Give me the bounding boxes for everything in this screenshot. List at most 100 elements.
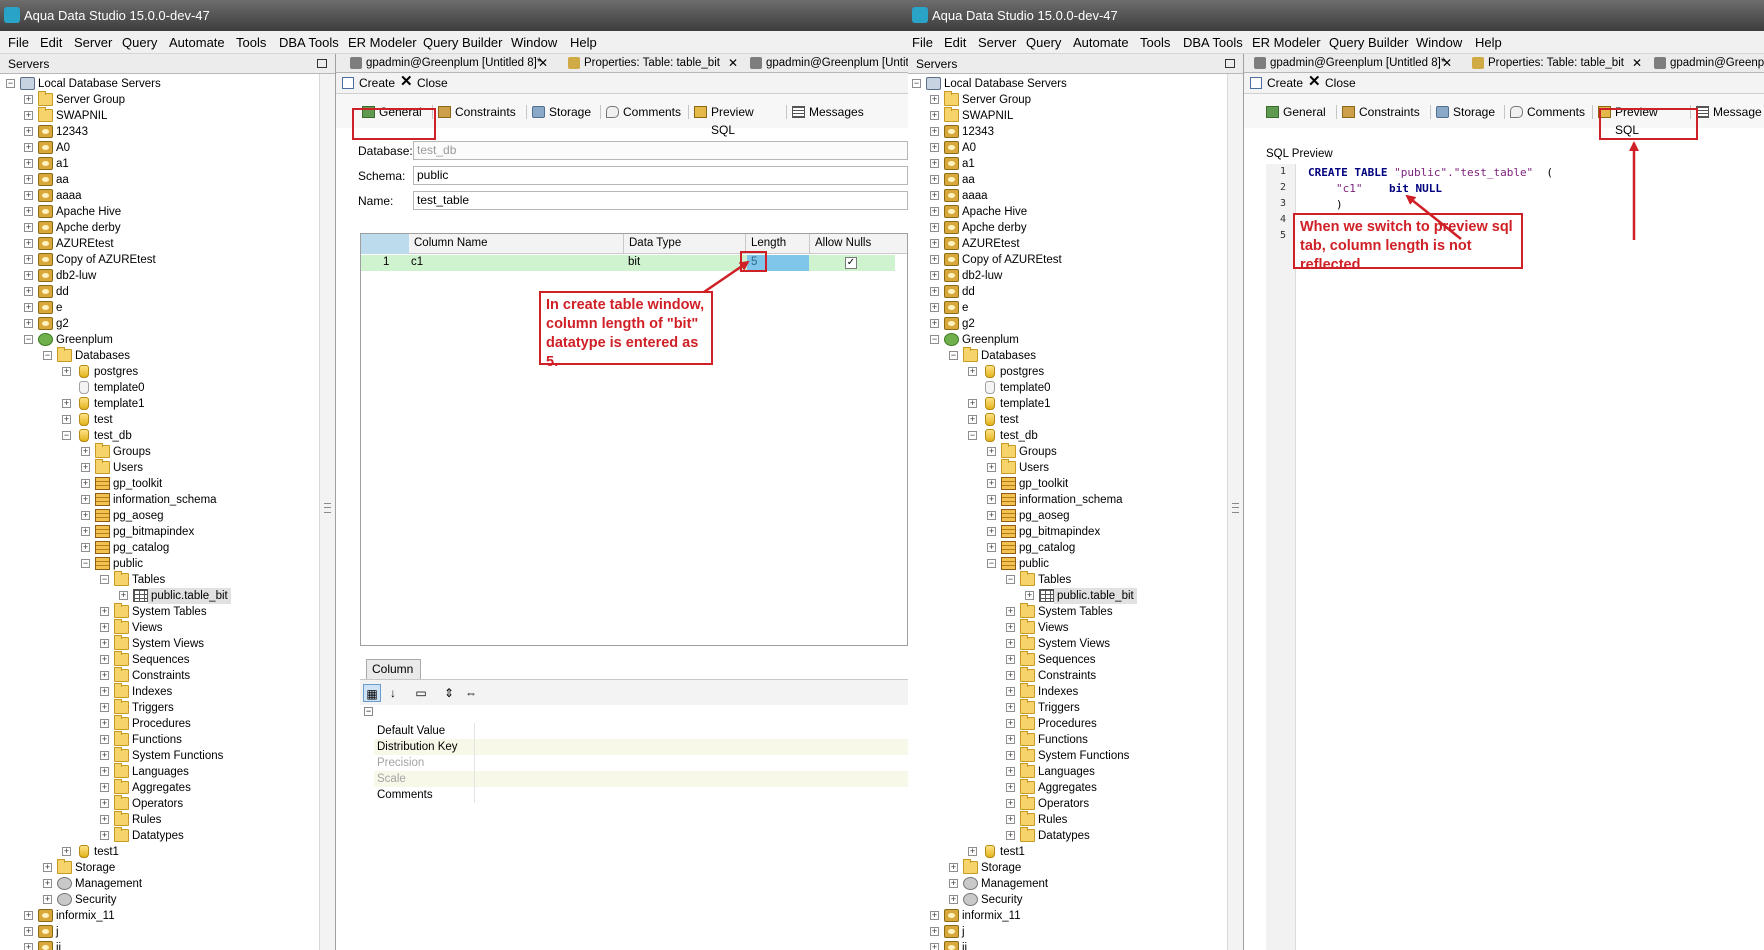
tab-messages[interactable]: Messages xyxy=(792,103,872,121)
collapse-icon[interactable]: − xyxy=(6,79,15,88)
tab-properties[interactable]: Properties: Table: table_bit ✕ xyxy=(1472,54,1644,72)
tab-properties[interactable]: Properties: Table: table_bit ✕ xyxy=(568,54,740,72)
tree-scrollbar[interactable] xyxy=(319,74,335,950)
expand-icon[interactable]: + xyxy=(987,511,996,520)
expand-icon[interactable]: + xyxy=(43,895,52,904)
expand-icon[interactable]: + xyxy=(24,943,33,950)
menu-query[interactable]: Query xyxy=(1026,35,1061,50)
menu-automate[interactable]: Automate xyxy=(169,35,225,50)
menu-window[interactable]: Window xyxy=(1416,35,1462,50)
expand-icon[interactable]: + xyxy=(1006,719,1015,728)
expand-icon[interactable]: + xyxy=(43,879,52,888)
expand-icon[interactable]: + xyxy=(1006,655,1015,664)
expand-icon[interactable]: + xyxy=(930,239,939,248)
expand-icon[interactable]: + xyxy=(930,143,939,152)
menu-automate[interactable]: Automate xyxy=(1073,35,1129,50)
expand-icon[interactable]: + xyxy=(24,223,33,232)
expand-icon[interactable]: + xyxy=(930,191,939,200)
expand-icon[interactable]: + xyxy=(24,287,33,296)
allow-nulls-checkbox[interactable]: ✓ xyxy=(845,257,857,269)
collapse-icon[interactable]: − xyxy=(987,559,996,568)
expand-icon[interactable]: + xyxy=(100,767,109,776)
expand-icon[interactable]: + xyxy=(1006,687,1015,696)
expand-icon[interactable]: + xyxy=(24,319,33,328)
expand-icon[interactable]: + xyxy=(24,303,33,312)
expand-icon[interactable]: + xyxy=(930,943,939,950)
expand-icon[interactable]: + xyxy=(987,543,996,552)
sql-preview-editor[interactable]: 1 2 3 4 5 CREATE TABLE "public"."test_ta… xyxy=(1266,164,1764,950)
prop-distribution-key[interactable]: Distribution Key xyxy=(374,739,908,755)
expand-icon[interactable]: + xyxy=(100,735,109,744)
expand-icon[interactable]: + xyxy=(968,415,977,424)
collapse-icon[interactable]: − xyxy=(43,351,52,360)
collapse-icon[interactable]: − xyxy=(81,559,90,568)
tab-untitled-8[interactable]: gpadmin@Greenplum [Untitled 8]* ✕ xyxy=(1254,54,1454,72)
tab-untitled[interactable]: gpadmin@Greenplum xyxy=(1654,54,1764,72)
categorized-icon[interactable]: ▦ xyxy=(363,684,381,702)
expand-icon[interactable]: + xyxy=(24,111,33,120)
schema-field[interactable]: public xyxy=(413,166,908,185)
restore-icon[interactable] xyxy=(317,59,327,68)
property-pages-icon[interactable]: ▭ xyxy=(412,684,430,702)
expand-icon[interactable]: + xyxy=(930,911,939,920)
cell-data-type[interactable]: bit xyxy=(628,256,640,268)
expand-icon[interactable]: + xyxy=(930,175,939,184)
expand-icon[interactable]: + xyxy=(1006,735,1015,744)
expand-icon[interactable]: + xyxy=(1006,783,1015,792)
expand-icon[interactable]: + xyxy=(100,607,109,616)
expand-icon[interactable]: + xyxy=(100,623,109,632)
sort-az-icon[interactable]: ↓ xyxy=(384,684,402,702)
expand-icon[interactable]: + xyxy=(24,127,33,136)
expand-icon[interactable]: + xyxy=(1006,639,1015,648)
menu-help[interactable]: Help xyxy=(570,35,597,50)
expand-icon[interactable]: + xyxy=(1006,623,1015,632)
menu-help[interactable]: Help xyxy=(1475,35,1502,50)
expand-icon[interactable]: + xyxy=(930,319,939,328)
create-button[interactable]: Create xyxy=(1250,75,1310,91)
collapse-all-icon[interactable]: ⇔ xyxy=(462,684,480,702)
expand-icon[interactable]: + xyxy=(1006,767,1015,776)
close-button[interactable]: ✕ Close xyxy=(1308,74,1368,91)
expand-icon[interactable]: + xyxy=(100,783,109,792)
tab-constraints[interactable]: Constraints xyxy=(438,103,516,121)
collapse-icon[interactable]: − xyxy=(968,431,977,440)
expand-icon[interactable]: + xyxy=(24,927,33,936)
header-data-type[interactable]: Data Type xyxy=(629,237,681,249)
expand-icon[interactable]: + xyxy=(930,927,939,936)
expand-icon[interactable]: + xyxy=(949,895,958,904)
scroll-grip[interactable] xyxy=(1232,503,1239,514)
expand-icon[interactable]: + xyxy=(1025,591,1034,600)
expand-icon[interactable]: + xyxy=(81,511,90,520)
expand-icon[interactable]: + xyxy=(930,159,939,168)
collapse-icon[interactable]: − xyxy=(930,335,939,344)
name-field[interactable]: test_table xyxy=(413,191,908,210)
expand-icon[interactable]: + xyxy=(119,591,128,600)
expand-icon[interactable]: + xyxy=(81,527,90,536)
menu-er-modeler[interactable]: ER Modeler xyxy=(348,35,417,50)
expand-icon[interactable]: + xyxy=(24,239,33,248)
expand-icon[interactable]: + xyxy=(62,847,71,856)
menu-dba-tools[interactable]: DBA Tools xyxy=(279,35,339,50)
expand-icon[interactable]: + xyxy=(24,191,33,200)
expand-icon[interactable]: + xyxy=(987,527,996,536)
expand-icon[interactable]: + xyxy=(24,207,33,216)
tab-constraints[interactable]: Constraints xyxy=(1342,103,1420,121)
expand-icon[interactable]: + xyxy=(1006,815,1015,824)
collapse-icon[interactable]: − xyxy=(1006,575,1015,584)
expand-icon[interactable]: + xyxy=(987,495,996,504)
header-allow-nulls[interactable]: Allow Nulls xyxy=(815,237,871,249)
menu-file[interactable]: File xyxy=(8,35,29,50)
create-button[interactable]: Create xyxy=(342,75,402,91)
expand-icon[interactable]: + xyxy=(949,863,958,872)
close-icon[interactable]: ✕ xyxy=(1632,54,1642,72)
menu-query[interactable]: Query xyxy=(122,35,157,50)
expand-icon[interactable]: + xyxy=(81,463,90,472)
expand-icon[interactable]: + xyxy=(100,831,109,840)
tab-messages[interactable]: Message xyxy=(1696,103,1764,121)
expand-icon[interactable]: + xyxy=(930,223,939,232)
close-icon[interactable]: ✕ xyxy=(1442,54,1452,72)
expand-icon[interactable]: + xyxy=(62,399,71,408)
menu-edit[interactable]: Edit xyxy=(40,35,62,50)
tab-comments[interactable]: Comments xyxy=(606,103,681,121)
menu-query-builder[interactable]: Query Builder xyxy=(1329,35,1408,50)
